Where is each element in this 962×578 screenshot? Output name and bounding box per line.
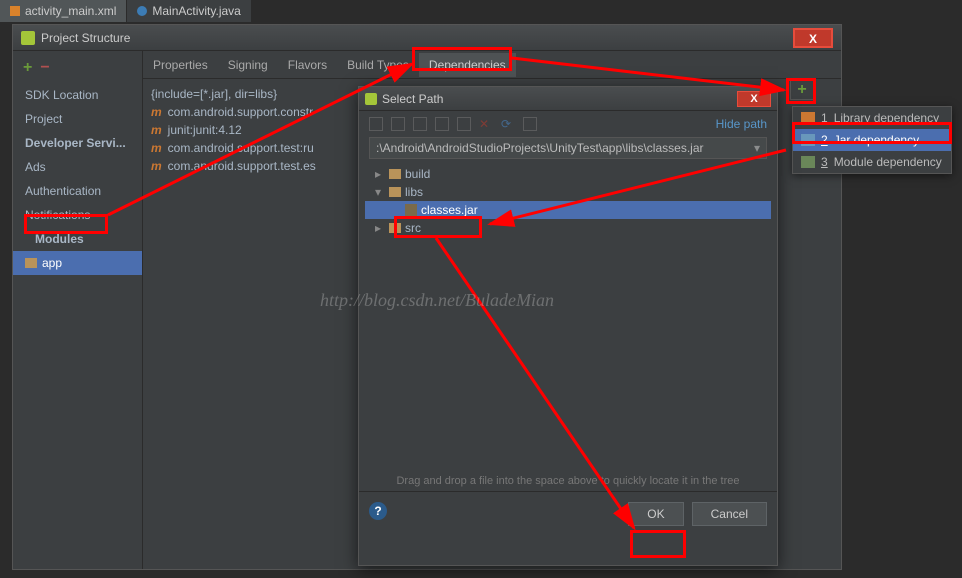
add-module-button[interactable]: + xyxy=(23,59,32,77)
module-icon[interactable] xyxy=(413,117,427,131)
show-hidden-icon[interactable] xyxy=(523,117,537,131)
module-icon xyxy=(801,156,815,168)
tab-flavors[interactable]: Flavors xyxy=(278,53,337,77)
tab-activity-main[interactable]: activity_main.xml xyxy=(0,0,127,22)
home-icon[interactable] xyxy=(369,117,383,131)
select-path-dialog: Select Path X ✕ ⟳ Hide path :\Android\An… xyxy=(358,86,778,566)
favorite-icon[interactable] xyxy=(435,117,449,131)
tab-signing[interactable]: Signing xyxy=(218,53,278,77)
nav-project[interactable]: Project xyxy=(13,107,142,131)
path-text: :\Android\AndroidStudioProjects\UnityTes… xyxy=(376,141,704,155)
help-button[interactable]: ? xyxy=(369,502,387,520)
nav-developer-services[interactable]: Developer Servi... xyxy=(13,131,142,155)
expand-icon[interactable]: ▸ xyxy=(375,167,385,181)
ok-button[interactable]: OK xyxy=(628,502,683,526)
window-title: Project Structure xyxy=(41,31,793,45)
menu-library-dependency[interactable]: 1 Library dependency xyxy=(793,107,951,129)
nav-notifications[interactable]: Notifications xyxy=(13,203,142,227)
history-icon[interactable]: ▾ xyxy=(754,141,760,155)
android-icon xyxy=(365,93,377,105)
tree-node-classes-jar[interactable]: classes.jar xyxy=(365,201,771,219)
tab-properties[interactable]: Properties xyxy=(143,53,218,77)
jar-icon xyxy=(801,134,815,146)
tab-build-types[interactable]: Build Types xyxy=(337,53,419,77)
nav-authentication[interactable]: Authentication xyxy=(13,179,142,203)
window-titlebar: Project Structure X xyxy=(13,25,841,51)
dialog-title: Select Path xyxy=(382,92,737,106)
menu-module-dependency[interactable]: 3 Module dependency xyxy=(793,151,951,173)
nav-ads[interactable]: Ads xyxy=(13,155,142,179)
dialog-titlebar: Select Path X xyxy=(359,87,777,111)
path-field[interactable]: :\Android\AndroidStudioProjects\UnityTes… xyxy=(369,137,767,159)
hide-path-link[interactable]: Hide path xyxy=(716,117,767,131)
jar-file-icon xyxy=(405,204,417,216)
editor-tabs: activity_main.xml MainActivity.java xyxy=(0,0,252,22)
project-icon[interactable] xyxy=(391,117,405,131)
nav-modules-header: Modules xyxy=(13,227,142,251)
new-folder-icon[interactable] xyxy=(457,117,471,131)
folder-icon xyxy=(389,169,401,179)
java-icon xyxy=(137,6,147,16)
expand-icon[interactable]: ▸ xyxy=(375,221,385,235)
maven-icon: m xyxy=(151,123,162,137)
maven-icon: m xyxy=(151,105,162,119)
hint-text: Drag and drop a file into the space abov… xyxy=(359,471,777,491)
tree-node-libs[interactable]: ▾ libs xyxy=(365,183,771,201)
close-button[interactable]: X xyxy=(793,28,833,48)
tab-main-activity[interactable]: MainActivity.java xyxy=(127,0,251,22)
add-dependency-menu: 1 Library dependency 2 Jar dependency 3 … xyxy=(792,106,952,174)
file-tree: ▸ build ▾ libs classes.jar ▸ src xyxy=(359,165,777,465)
library-icon xyxy=(801,112,815,124)
cancel-button[interactable]: Cancel xyxy=(692,502,767,526)
menu-jar-dependency[interactable]: 2 Jar dependency xyxy=(793,129,951,151)
nav-sdk-location[interactable]: SDK Location xyxy=(13,83,142,107)
tab-dependencies[interactable]: Dependencies xyxy=(419,53,516,77)
tab-label: activity_main.xml xyxy=(25,4,116,18)
close-button[interactable]: X xyxy=(737,91,771,107)
dialog-toolbar: ✕ ⟳ Hide path xyxy=(359,111,777,137)
xml-icon xyxy=(10,6,20,16)
folder-icon xyxy=(389,223,401,233)
maven-icon: m xyxy=(151,141,162,155)
maven-icon: m xyxy=(151,159,162,173)
module-tabs: Properties Signing Flavors Build Types D… xyxy=(143,51,841,79)
nav-label: app xyxy=(42,256,62,270)
remove-module-button[interactable]: − xyxy=(40,59,49,77)
android-icon xyxy=(21,31,35,45)
add-dependency-button[interactable]: + xyxy=(790,80,814,100)
folder-icon xyxy=(25,258,37,268)
folder-icon xyxy=(389,187,401,197)
collapse-icon[interactable]: ▾ xyxy=(375,185,385,199)
tab-label: MainActivity.java xyxy=(152,4,240,18)
left-nav: + − SDK Location Project Developer Servi… xyxy=(13,51,143,569)
delete-icon[interactable]: ✕ xyxy=(479,117,493,131)
refresh-icon[interactable]: ⟳ xyxy=(501,117,515,131)
nav-app-module[interactable]: app xyxy=(13,251,142,275)
tree-node-src[interactable]: ▸ src xyxy=(365,219,771,237)
tree-node-build[interactable]: ▸ build xyxy=(365,165,771,183)
